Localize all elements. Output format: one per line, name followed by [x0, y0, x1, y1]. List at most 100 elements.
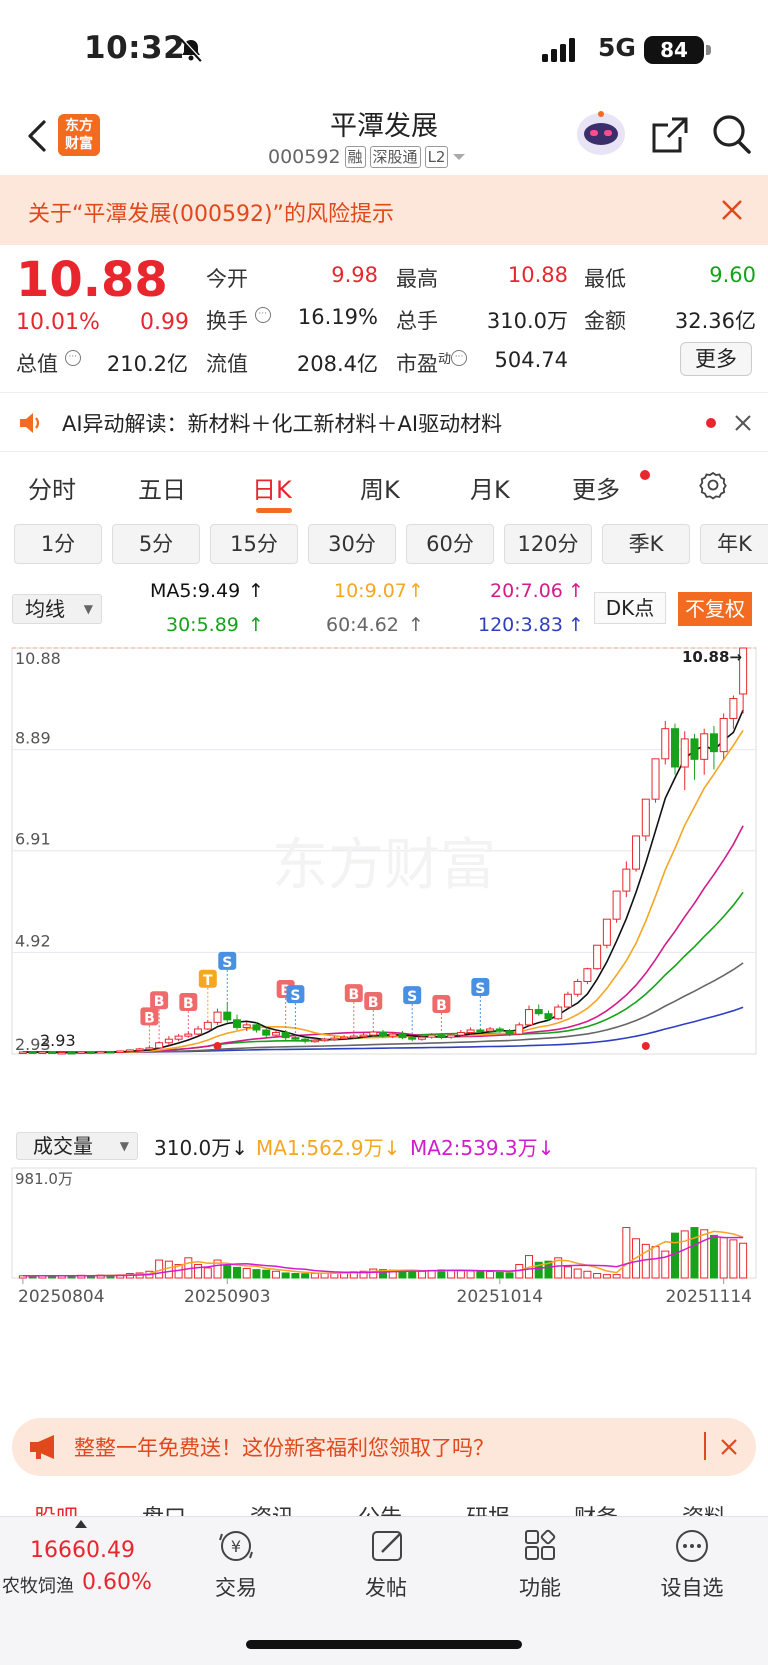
no-adjust-button[interactable]: 不复权 — [678, 592, 752, 626]
more-button[interactable]: 更多 — [680, 342, 752, 376]
candle — [203, 1019, 212, 1030]
tab-five-day[interactable]: 五日 — [138, 470, 186, 505]
info-icon[interactable]: ··· — [64, 350, 81, 366]
market-cap-label[interactable]: 总值 ··· — [16, 348, 81, 378]
volume-indicator-select[interactable]: 成交量 ▼ — [16, 1132, 138, 1160]
pe-label[interactable]: 市盈动 ··· — [396, 348, 468, 378]
signal-label: S — [290, 988, 300, 1004]
candle — [680, 731, 689, 790]
candle-body — [476, 1029, 485, 1032]
candle — [116, 1050, 125, 1053]
candle-body — [427, 1034, 436, 1038]
candle-body — [194, 1028, 203, 1035]
post-label[interactable]: 发帖 — [336, 1572, 436, 1602]
close-icon[interactable] — [720, 198, 744, 222]
candle-body — [437, 1034, 446, 1038]
share-icon[interactable] — [650, 115, 690, 155]
volume-bar — [486, 1270, 495, 1279]
x-tick-label: 20251014 — [457, 1287, 544, 1307]
tab-more[interactable]: 更多 — [572, 470, 620, 505]
volume-bar — [456, 1270, 465, 1279]
candle-body — [232, 1019, 242, 1028]
signal-label: S — [475, 981, 485, 997]
volume-chart[interactable]: 981.0万 20250804 20250903 20251014 20251114 — [0, 1160, 768, 1360]
signal-label: B — [368, 995, 379, 1011]
tab-weekly-k[interactable]: 周K — [360, 470, 400, 505]
candle-body — [57, 1051, 66, 1055]
change-percent: 10.01% — [16, 310, 100, 335]
candle — [622, 861, 631, 898]
indicator-select[interactable]: 均线 ▼ — [12, 594, 102, 624]
turnover-label-text: 换手 — [206, 309, 248, 333]
stock-code-row[interactable]: 000592 融 深股通 L2 — [268, 146, 466, 168]
ai-robot-icon[interactable] — [575, 108, 627, 156]
home-indicator — [246, 1640, 522, 1649]
volume-bar — [164, 1260, 173, 1279]
sector-index-value[interactable]: 16660.49 — [30, 1538, 135, 1563]
watchlist-add-label[interactable]: 设自选 — [642, 1572, 742, 1602]
info-icon[interactable]: ··· — [451, 350, 468, 366]
interval-year-k[interactable]: 年K — [700, 524, 768, 564]
volume-bar — [271, 1270, 280, 1279]
interval-1min[interactable]: 1分 — [14, 524, 102, 564]
back-arrow-icon[interactable] — [22, 118, 52, 154]
open-label: 今开 — [206, 267, 248, 291]
dk-points-button[interactable]: DK点 — [594, 592, 666, 624]
sector-index-percent[interactable]: 0.60% — [82, 1570, 152, 1595]
post-edit-icon[interactable] — [368, 1528, 408, 1564]
candle-body — [281, 1032, 290, 1039]
tab-intraday[interactable]: 分时 — [28, 470, 76, 505]
candle — [593, 944, 602, 970]
ai-analysis-text[interactable]: AI异动解读：新材料＋化工新材料＋AI驱动材料 — [62, 408, 502, 438]
candle-body — [340, 1036, 349, 1040]
cell-signal-icon — [542, 38, 575, 62]
bell-muted-icon — [180, 37, 203, 62]
info-icon[interactable]: ··· — [254, 307, 271, 323]
close-icon[interactable] — [720, 1438, 738, 1456]
volume-bar — [651, 1246, 660, 1279]
candlestick-chart[interactable]: 10.888.896.914.922.93东方财富BB BTSB S B B SBS10.… — [0, 640, 768, 1128]
interval-5min[interactable]: 5分 — [112, 524, 200, 564]
trade-label[interactable]: 交易 — [186, 1572, 286, 1602]
candle — [709, 726, 718, 770]
interval-120min[interactable]: 120分 — [504, 524, 592, 564]
interval-60min[interactable]: 60分 — [406, 524, 494, 564]
risk-banner-text[interactable]: 关于“平潭发展(000592)”的风险提示 — [28, 196, 394, 228]
trade-icon[interactable]: ¥ — [216, 1528, 256, 1564]
sector-index-name[interactable]: 农牧饲渔 — [2, 1572, 74, 1598]
ma20-value: 20:7.06 — [490, 580, 563, 602]
interval-quarter-k[interactable]: 季K — [602, 524, 690, 564]
tab-daily-k[interactable]: 日K — [252, 470, 292, 505]
low-label: 最低 — [584, 267, 626, 291]
candle-body — [398, 1033, 407, 1039]
tab-monthly-k[interactable]: 月K — [470, 470, 510, 505]
x-tick-label: 20251114 — [665, 1287, 752, 1307]
unread-dot — [706, 418, 716, 428]
volume-bar — [155, 1259, 164, 1279]
search-icon[interactable] — [712, 114, 752, 156]
candle — [398, 1031, 407, 1040]
turnover-label[interactable]: 换手 ··· — [206, 305, 271, 335]
promo-text[interactable]: 整整一年免费送！这份新客福利您领取了吗？ — [74, 1432, 494, 1462]
candle-body — [408, 1037, 417, 1040]
candle-body — [670, 728, 680, 768]
volume-bar — [301, 1273, 310, 1279]
watchlist-add-icon[interactable] — [672, 1528, 712, 1564]
gear-icon[interactable] — [698, 470, 728, 500]
candle — [223, 1001, 232, 1023]
volume-bar — [417, 1270, 426, 1279]
expand-up-icon[interactable] — [75, 1520, 87, 1528]
candle-body — [690, 738, 699, 760]
functions-label[interactable]: 功能 — [490, 1572, 590, 1602]
functions-grid-icon[interactable] — [520, 1528, 560, 1564]
interval-30min[interactable]: 30分 — [308, 524, 396, 564]
close-icon[interactable] — [734, 414, 752, 432]
candle-body — [320, 1038, 329, 1042]
candle — [359, 1032, 368, 1038]
ma120-value: 120:3.83 — [478, 614, 563, 636]
candle — [320, 1037, 329, 1042]
promo-divider — [704, 1432, 706, 1460]
logo-line1: 东方 — [65, 118, 93, 134]
volume-bar — [593, 1273, 602, 1279]
interval-15min[interactable]: 15分 — [210, 524, 298, 564]
